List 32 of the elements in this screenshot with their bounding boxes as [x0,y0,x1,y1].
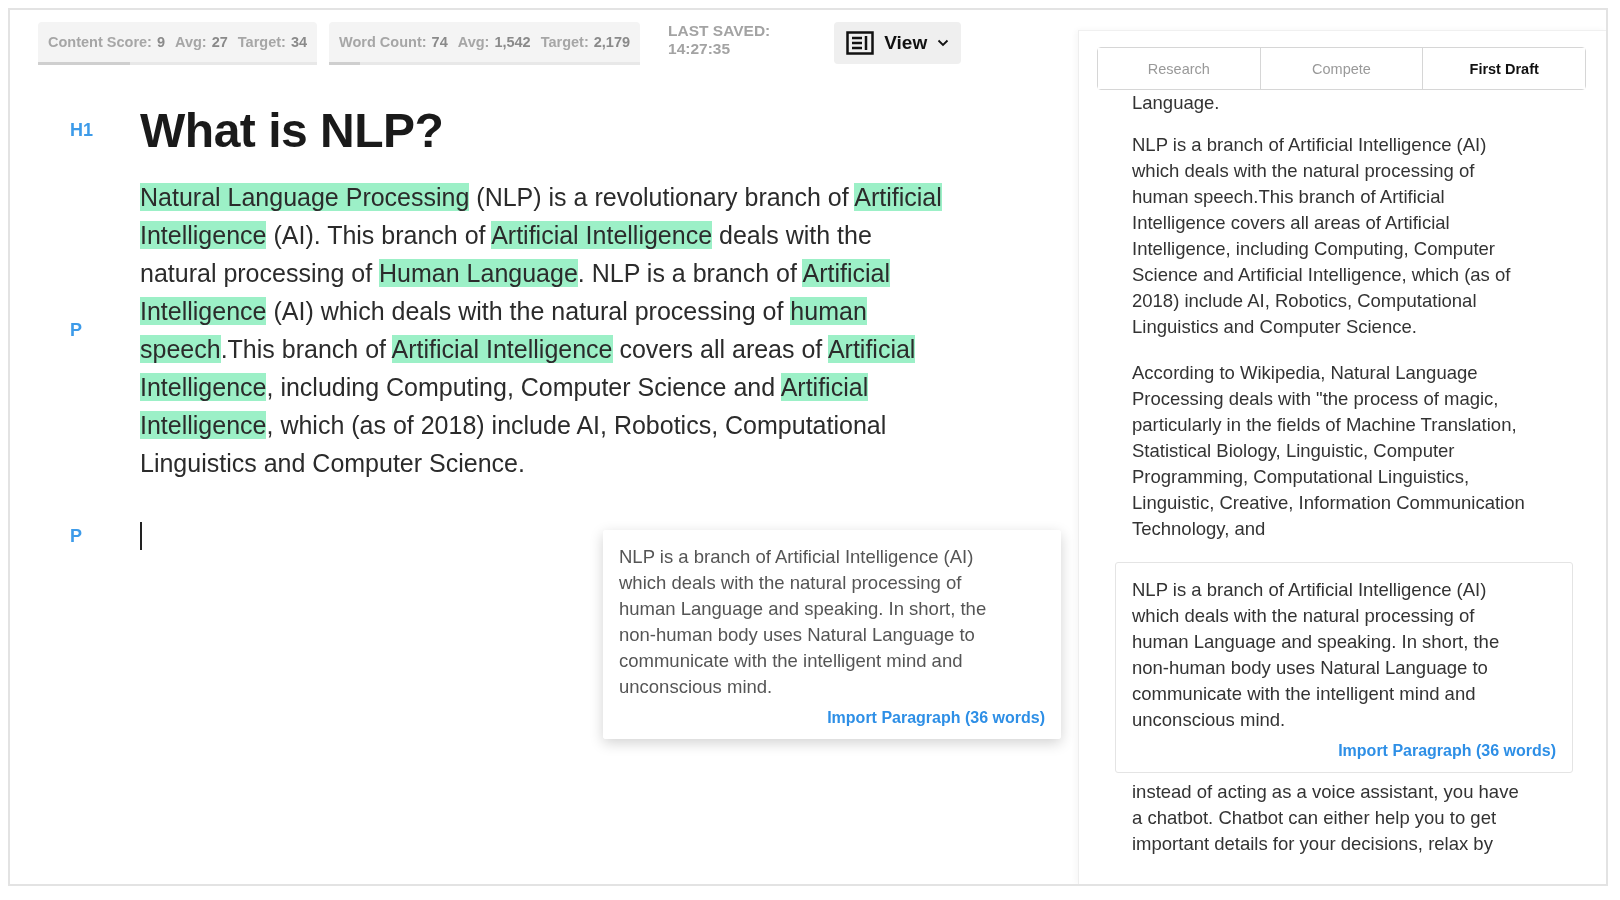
panel-tab[interactable]: First Draft [1422,48,1585,89]
score-label: Avg: [457,34,490,50]
score-label: Content Score: [48,34,152,50]
score-value: 27 [211,34,228,50]
block-type-label: P [69,319,83,341]
paragraph-text: NLP is a branch of Artificial Intelligence (AI) which deals with the natural processing of human Language and speaking. In short, the non-human body uses Natural Language to communicate with the intelligent mind and unconscious mind. [619,545,988,699]
score-label: Avg: [175,34,207,50]
score-value: 34 [290,34,308,50]
score-label: Target: [237,34,286,50]
block-type-label: H1 [69,120,94,141]
draft-paragraph: According to Wikipedia, Natural Language Processing deals with "the process of magic, particularly in the fields of Machine Translation, Statistical Biology, Linguistic, Computer Programming, Computational Linguistics, Linguistic, Creative, Information Communication Technology, and [1132,361,1526,541]
score-value: 74 [431,34,448,50]
score-value: 2,179 [593,34,631,50]
draft-paragraph: Language. [1132,91,1221,115]
text-cursor [140,522,142,550]
score-label: Word Count: [339,34,427,50]
block-type-label: P [69,525,83,547]
draft-paragraph: instead of acting as a voice assistant, you have a chatbot. Chatbot can either help you to get important details for your decisions, relax by [1132,780,1520,856]
last-saved-time: 14:27:35 [668,40,732,58]
score-value: 9 [156,34,165,50]
paragraph-text: NLP is a branch of Artificial Intelligence (AI) which deals with the natural processing of human Language and speaking. In short, the non-human body uses Natural Language to communicate with the intelligent mind and unconscious mind. [1132,578,1501,732]
document-paragraph: Natural Language Processing (NLP) is a revolutionary branch of Artificial Intelligence (AI). This branch of Artificial Intelligence deals with the natural processing of Human Language. NLP is a branch of Artificial Intelligence (AI) which deals with the natural processing of human speech.This branch of Artificial Intelligence covers all areas of Artificial Intelligence, including Computing, Computer Science and Artificial Intelligence, which (as of 2018) include AI, Robotics, Computational Linguistics and Computer Science. [140,182,943,479]
last-saved-label: LAST SAVED: [668,22,771,40]
draft-paragraph: NLP is a branch of Artificial Intelligence (AI) which deals with the natural processing of human speech.This branch of Artificial Intelligence covers all areas of Artificial Intelligence, including Computing, Computer Science and Artificial Intelligence, which (as of 2018) include AI, Robotics, Computational Linguistics and Computer Science. [1132,133,1512,339]
view-button[interactable]: View [834,22,962,64]
score-value: 1,542 [494,34,531,50]
import-paragraph-link[interactable]: Import Paragraph (36 words) [1338,742,1556,760]
document-heading: What is NLP? [140,103,444,158]
score-label: Target: [540,34,589,50]
chevron-down-icon [937,39,950,47]
layout-icon [846,31,875,55]
import-paragraph-link[interactable]: Import Paragraph (36 words) [827,709,1045,727]
